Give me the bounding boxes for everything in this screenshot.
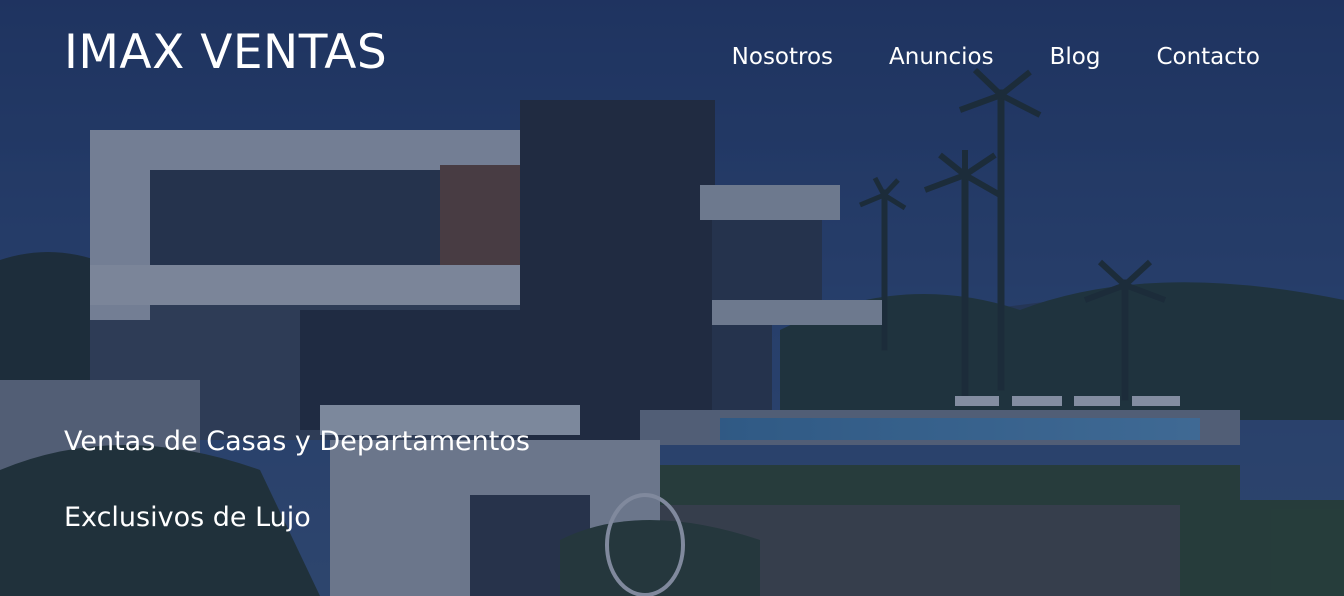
hero-tagline-line1: Ventas de Casas y Departamentos <box>64 426 530 457</box>
nav-link-contacto[interactable]: Contacto <box>1156 40 1260 74</box>
hero-section: IMAX VENTAS Nosotros Anuncios Blog Conta… <box>0 0 1344 596</box>
nav-link-nosotros[interactable]: Nosotros <box>732 40 833 74</box>
site-logo[interactable]: IMAX VENTAS <box>64 24 387 82</box>
hero-tagline-line2: Exclusivos de Lujo <box>64 502 311 533</box>
nav-link-anuncios[interactable]: Anuncios <box>889 40 994 74</box>
nav-link-blog[interactable]: Blog <box>1050 40 1101 74</box>
main-nav: Nosotros Anuncios Blog Contacto <box>732 40 1260 74</box>
site-header: IMAX VENTAS Nosotros Anuncios Blog Conta… <box>0 0 1344 110</box>
